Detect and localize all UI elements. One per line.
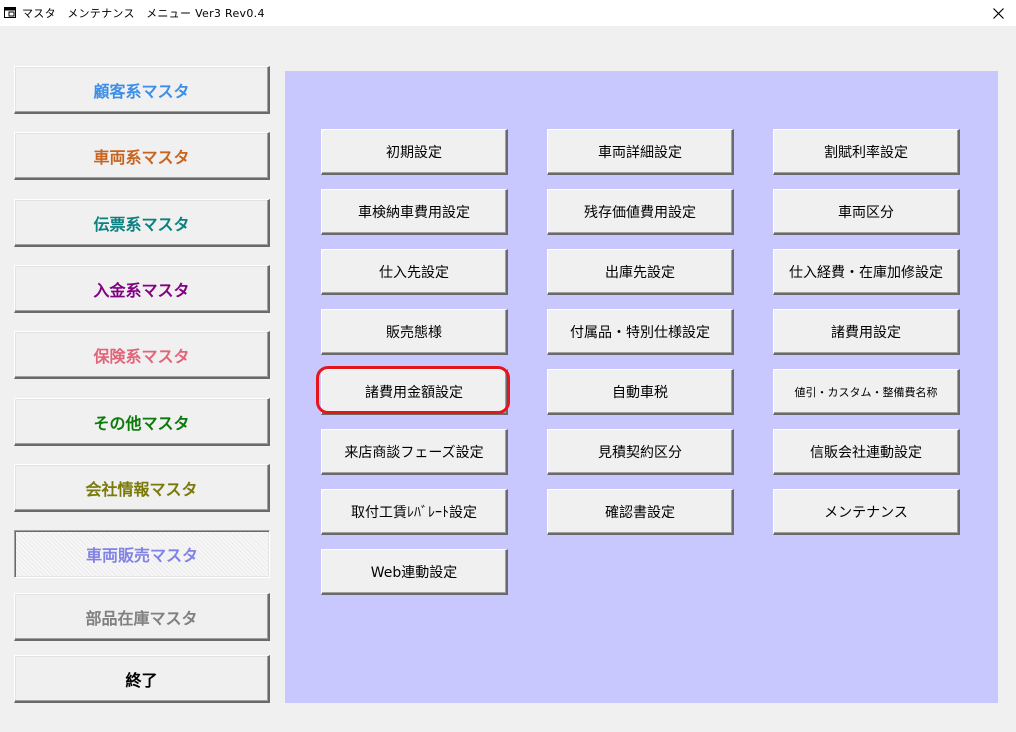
vehicle-master-button[interactable]: 車両系マスタ — [14, 132, 270, 180]
menu-button-19[interactable]: 取付工賃ﾚﾊﾞﾚｰﾄ設定 — [321, 489, 508, 535]
vehicle-sales-master-button[interactable]: 車両販売マスタ — [14, 530, 270, 578]
app-window-icon — [4, 7, 16, 18]
menu-button-label: 仕入先設定 — [379, 264, 449, 281]
slip-master-button[interactable]: 伝票系マスタ — [14, 199, 270, 247]
close-button[interactable] — [980, 0, 1016, 26]
menu-button-label: 割賦利率設定 — [824, 144, 908, 161]
menu-button-label: 付属品・特別仕様設定 — [570, 324, 710, 341]
sidebar-item-label: その他マスタ — [93, 413, 190, 433]
exit-button[interactable]: 終了 — [14, 655, 270, 703]
close-icon — [992, 7, 1004, 19]
menu-button-3[interactable]: 割賦利率設定 — [773, 129, 960, 175]
sidebar-item-label: 顧客系マスタ — [93, 81, 190, 101]
title-bar: マスタ メンテナンス メニュー Ver3 Rev0.4 — [0, 0, 1016, 26]
sidebar-item-label: 伝票系マスタ — [93, 214, 190, 234]
menu-button-6[interactable]: 車両区分 — [773, 189, 960, 235]
menu-button-label: 仕入経費・在庫加修設定 — [789, 264, 943, 281]
company-info-master-button[interactable]: 会社情報マスタ — [14, 464, 270, 512]
menu-button-18[interactable]: 信販会社連動設定 — [773, 429, 960, 475]
menu-button-label: 車両詳細設定 — [598, 144, 682, 161]
menu-button-21[interactable]: メンテナンス — [773, 489, 960, 535]
menu-button-label: 車検納車費用設定 — [358, 204, 470, 221]
menu-button-12[interactable]: 諸費用設定 — [773, 309, 960, 355]
menu-button-label: 初期設定 — [386, 144, 442, 161]
menu-button-16[interactable]: 来店商談フェーズ設定 — [321, 429, 508, 475]
menu-button-9[interactable]: 仕入経費・在庫加修設定 — [773, 249, 960, 295]
menu-button-label: 残存価値費用設定 — [584, 204, 696, 221]
sidebar-item-label: 車両販売マスタ — [85, 546, 198, 565]
menu-button-label: 信販会社連動設定 — [810, 444, 922, 461]
menu-button-22[interactable]: Web連動設定 — [321, 549, 508, 595]
menu-button-13[interactable]: 諸費用金額設定 — [321, 369, 508, 415]
sidebar-item-label: 保険系マスタ — [93, 346, 190, 366]
menu-button-label: 取付工賃ﾚﾊﾞﾚｰﾄ設定 — [351, 504, 477, 521]
menu-button-20[interactable]: 確認書設定 — [547, 489, 734, 535]
window-title: マスタ メンテナンス メニュー Ver3 Rev0.4 — [22, 7, 265, 20]
menu-button-label: 販売態様 — [386, 324, 442, 341]
customer-master-button[interactable]: 顧客系マスタ — [14, 66, 270, 114]
menu-button-label: 来店商談フェーズ設定 — [344, 444, 484, 461]
menu-button-17[interactable]: 見積契約区分 — [547, 429, 734, 475]
sidebar-item-label: 部品在庫マスタ — [85, 608, 198, 628]
sidebar-item-label: 終了 — [125, 670, 158, 690]
menu-button-15[interactable]: 値引・カスタム・整備費名称 — [773, 369, 960, 415]
sidebar-item-label: 車両系マスタ — [93, 147, 190, 167]
other-master-button[interactable]: その他マスタ — [14, 398, 270, 446]
menu-button-8[interactable]: 出庫先設定 — [547, 249, 734, 295]
menu-button-7[interactable]: 仕入先設定 — [321, 249, 508, 295]
menu-button-1[interactable]: 初期設定 — [321, 129, 508, 175]
menu-button-11[interactable]: 付属品・特別仕様設定 — [547, 309, 734, 355]
menu-button-10[interactable]: 販売態様 — [321, 309, 508, 355]
menu-button-label: 見積契約区分 — [598, 444, 682, 461]
menu-button-label: Web連動設定 — [370, 564, 458, 581]
menu-button-label: 車両区分 — [838, 204, 894, 221]
payment-master-button[interactable]: 入金系マスタ — [14, 265, 270, 313]
menu-button-label: 出庫先設定 — [605, 264, 675, 281]
parts-inventory-master-button[interactable]: 部品在庫マスタ — [14, 593, 270, 641]
menu-button-4[interactable]: 車検納車費用設定 — [321, 189, 508, 235]
menu-button-2[interactable]: 車両詳細設定 — [547, 129, 734, 175]
menu-button-5[interactable]: 残存価値費用設定 — [547, 189, 734, 235]
menu-button-14[interactable]: 自動車税 — [547, 369, 734, 415]
sidebar-item-label: 会社情報マスタ — [85, 479, 198, 499]
menu-button-label: 自動車税 — [612, 384, 668, 401]
menu-button-label: メンテナンス — [824, 504, 908, 521]
menu-button-label: 確認書設定 — [605, 504, 675, 521]
sidebar-item-label: 入金系マスタ — [93, 280, 190, 300]
menu-button-label: 値引・カスタム・整備費名称 — [794, 385, 938, 399]
insurance-master-button[interactable]: 保険系マスタ — [14, 331, 270, 379]
menu-button-label: 諸費用金額設定 — [365, 384, 463, 401]
menu-button-label: 諸費用設定 — [831, 324, 901, 341]
